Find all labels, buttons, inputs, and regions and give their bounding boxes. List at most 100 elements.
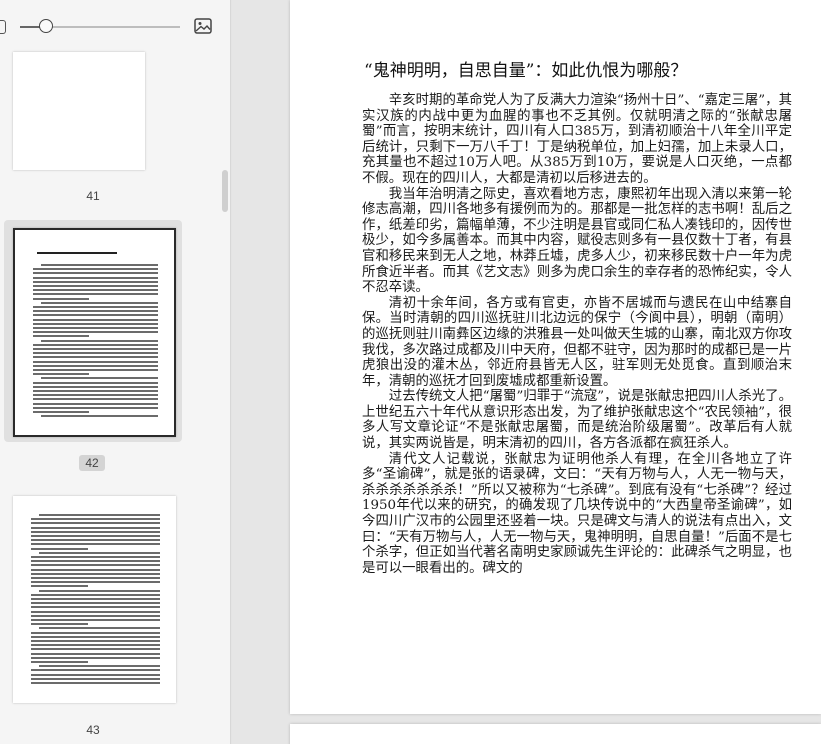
thumbnail-text-line: [31, 585, 89, 588]
thumbnail-text-line: [31, 661, 89, 663]
thumbnail-text-line: [33, 390, 158, 392]
thumbnail-text-line: [33, 381, 158, 384]
thumbnail-text-line: [31, 577, 160, 579]
thumbnail-text-line: [33, 343, 158, 346]
thumbnail-text-line: [33, 285, 158, 287]
thumbnail-text-line: [33, 280, 158, 283]
thumbnail-text-line: [33, 394, 158, 397]
thumbnail-text-line: [31, 530, 160, 533]
thumbnail-page-41[interactable]: [4, 44, 182, 184]
thumbnail-text-line: [39, 514, 160, 516]
zoom-out-icon[interactable]: [0, 20, 6, 34]
thumbnail-text-line: [31, 581, 160, 584]
thumbnail-text-line: [33, 360, 158, 363]
thumbnail-text-line: [33, 411, 89, 413]
thumbnail-page-number: 41: [86, 189, 100, 203]
thumbnail-text-line: [31, 640, 160, 642]
thumbnail-text-line: [31, 682, 160, 684]
thumbnail-text-line: [31, 652, 160, 655]
zoom-slider-handle[interactable]: [38, 19, 53, 33]
thumbnail-text-line: [41, 339, 158, 342]
thumbnail-text-line: [31, 547, 89, 550]
thumbnail-text-line: [33, 318, 158, 321]
thumbnail-text-line: [31, 644, 160, 647]
thumbnail-text-line: [31, 572, 160, 575]
thumbnail-text-line: [41, 264, 158, 266]
thumbnail-text-line: [33, 331, 158, 334]
thumbnail-text-line: [31, 614, 160, 617]
thumbnail-text-line: [39, 589, 160, 592]
thumbnail-text-line: [33, 402, 158, 405]
paragraph: 过去传统文人把“屠蜀”归罪于“流寇”，说是张献忠把四川人杀光了。上世纪五六十年代…: [362, 389, 792, 452]
thumbnail-text-line: [41, 377, 158, 380]
thumbnail-text-line: [33, 352, 158, 355]
thumbnail-text-line: [31, 623, 89, 626]
thumbnail-image: [13, 52, 145, 170]
thumbnail-text-line: [31, 518, 160, 521]
thumbnail-text-line: [39, 551, 160, 554]
thumbnail-text-line: [39, 665, 160, 668]
document-viewer[interactable]: “鬼神明明，自思自量”：如此仇恨为哪般？ 辛亥时期的革命党人为了反满大力渲染“扬…: [232, 0, 821, 744]
thumbnail-text-line: [31, 564, 160, 567]
thumbnail-text-line: [31, 606, 160, 609]
thumbnail-page-number: 42: [79, 455, 105, 471]
thumbnail-text-line: [39, 627, 160, 630]
thumbnail-text-line: [31, 539, 160, 542]
thumbnail-text-line: [33, 276, 158, 279]
thumbnail-text-line: [33, 406, 158, 409]
image-icon[interactable]: [194, 18, 212, 34]
thumbnail-text-line: [31, 619, 160, 621]
thumbnail-page-number: 43: [86, 723, 100, 737]
thumbnail-text-line: [31, 526, 160, 529]
thumbnail-sidebar: 41 42 43: [0, 0, 231, 744]
thumbnail-page-43[interactable]: [4, 488, 182, 710]
thumbnail-text-line: [41, 301, 158, 304]
thumbnail-image: [13, 228, 176, 437]
thumbnail-text-line: [33, 297, 89, 300]
thumbnail-text-line: [33, 268, 158, 271]
thumbnail-text-line: [31, 522, 160, 525]
thumbnail-text-line: [33, 322, 158, 325]
next-document-page: [290, 724, 821, 744]
thumbnail-text-line: [31, 669, 160, 672]
thumbnail-text-line: [33, 385, 158, 388]
paragraph: 辛亥时期的革命党人为了反满大力渲染“扬州十日”、“嘉定三屠”，其实汉族的内战中更…: [362, 93, 792, 186]
thumbnail-text-line: [31, 631, 160, 634]
thumbnail-text-line: [31, 593, 160, 596]
thumbnail-text-line: [31, 543, 160, 546]
thumbnail-text-line: [31, 648, 160, 651]
page-title: “鬼神明明，自思自量”：如此仇恨为哪般？: [364, 61, 688, 81]
thumbnail-text-line: [33, 289, 158, 292]
thumbnail-text-line: [33, 373, 89, 376]
thumbnail-text-line: [31, 677, 160, 680]
thumbnail-text-line: [31, 610, 160, 613]
thumbnail-page-42[interactable]: [4, 220, 182, 442]
thumbnail-text-line: [31, 656, 160, 659]
thumbnail-text-line: [33, 327, 158, 329]
thumbnail-text-line: [33, 314, 158, 317]
thumbnail-text-line: [41, 415, 158, 418]
thumbnail-text-line: [33, 369, 158, 371]
paragraph: 清代文人记载说，张献忠为证明他杀人有理，在全川各地立了许多“圣谕碑”，就是张的语…: [362, 451, 792, 576]
thumbnail-title-line: [37, 252, 117, 254]
thumbnail-text-line: [31, 635, 160, 638]
paragraph: 我当年治明清之际史，喜欢看地方志，康熙初年出现入清以来第一轮修志高潮，四川各地多…: [362, 186, 792, 296]
thumbnail-text-line: [31, 556, 160, 558]
thumbnail-text-line: [31, 568, 160, 571]
thumbnail-image: [13, 496, 176, 703]
thumbnail-text-line: [33, 310, 158, 313]
thumbnail-text-line: [33, 398, 158, 401]
paragraph: 清初十余年间，各方或有官吏，亦皆不居城而与遗民在山中结寨自保。当时清朝的四川巡抚…: [362, 295, 792, 389]
thumbnail-text-line: [33, 306, 158, 308]
thumbnail-text-line: [33, 272, 158, 275]
thumbnail-text-line: [31, 560, 160, 563]
thumbnail-text-line: [31, 602, 160, 605]
thumbnail-text-line: [31, 598, 160, 600]
thumbnail-text-line: [33, 356, 158, 359]
thumbnail-text-line: [31, 673, 160, 676]
page-body: 辛亥时期的革命党人为了反满大力渲染“扬州十日”、“嘉定三屠”，其实汉族的内战中更…: [362, 93, 792, 576]
thumbnail-text-line: [31, 535, 160, 537]
sidebar-scrollbar[interactable]: [222, 170, 228, 212]
thumbnail-text-line: [33, 348, 158, 350]
thumbnail-text-line: [33, 335, 89, 338]
